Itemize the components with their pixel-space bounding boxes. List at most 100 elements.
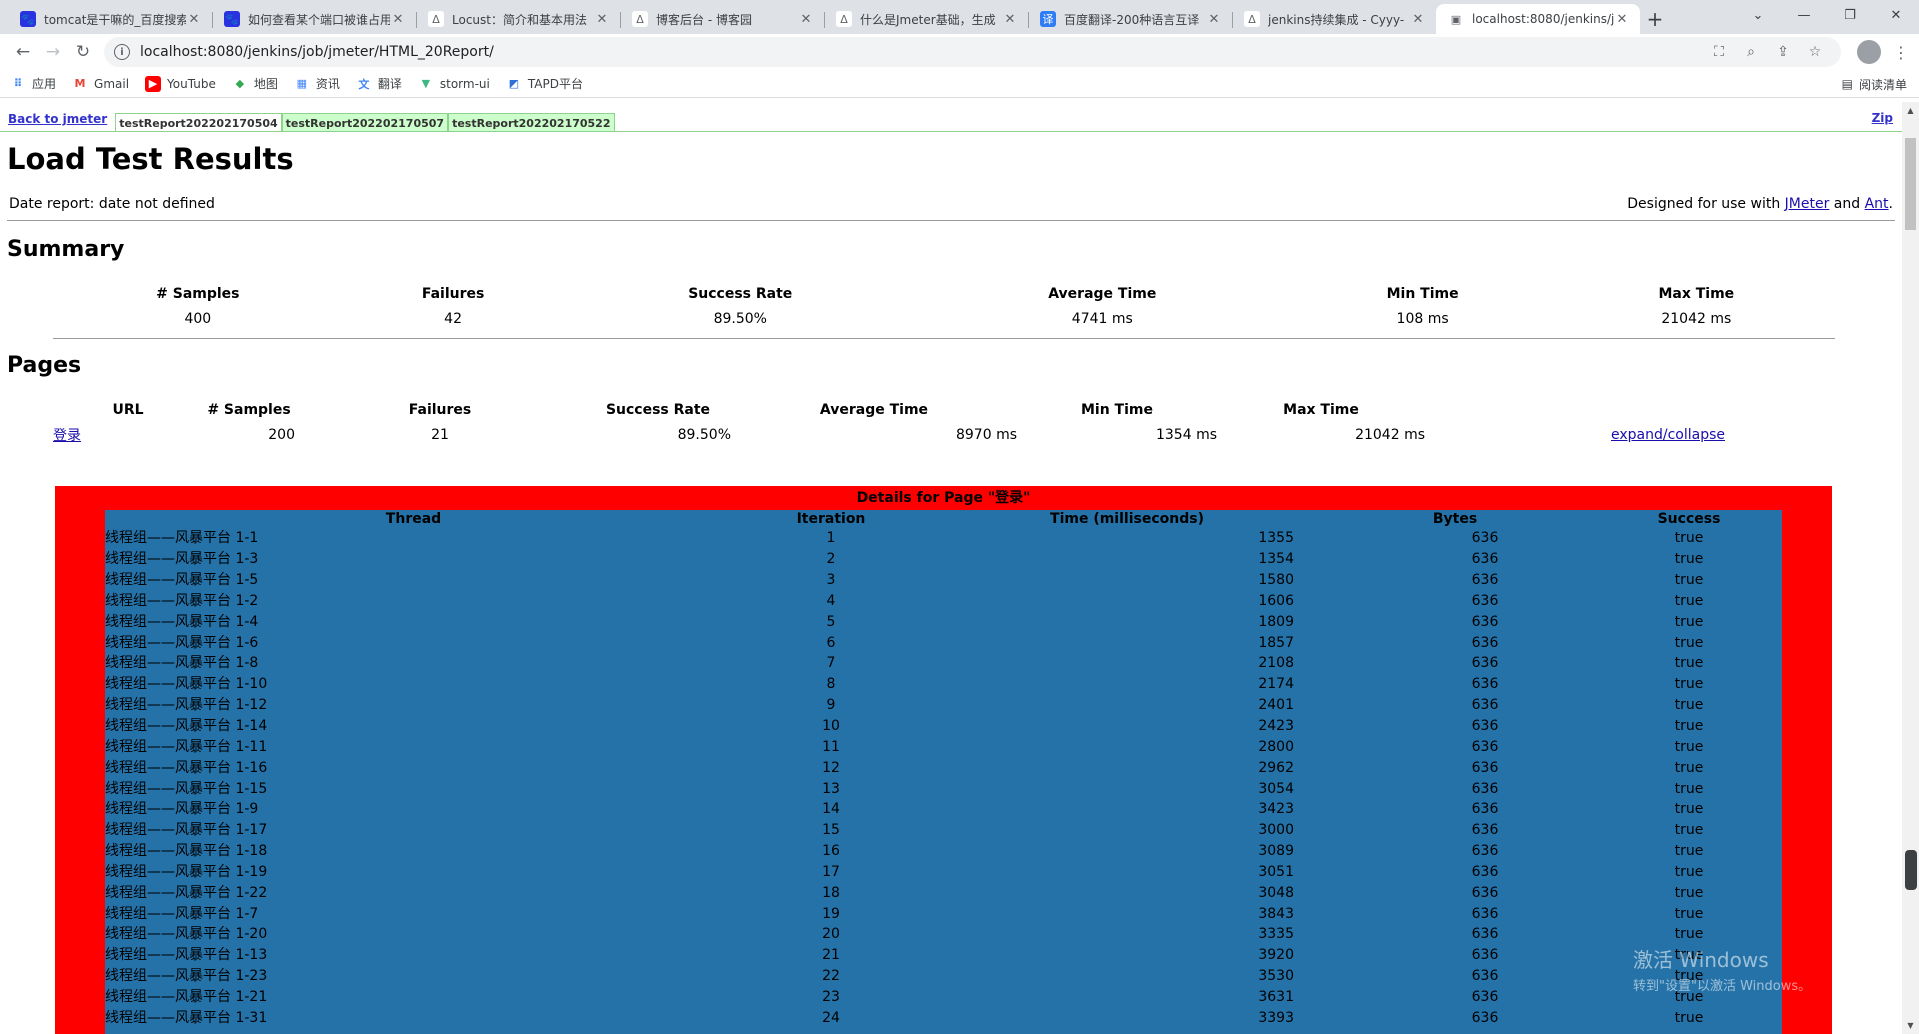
restore-button[interactable]: ❐: [1827, 0, 1873, 30]
details-cell: 636: [1471, 738, 1499, 755]
report-tab[interactable]: testReport202202170507: [281, 113, 449, 131]
tab-search-chevron-icon[interactable]: ⌄: [1735, 0, 1781, 30]
tab-close-icon[interactable]: ✕: [1002, 12, 1018, 27]
bookmark-label: Gmail: [94, 76, 130, 91]
details-cell: 636: [1471, 676, 1499, 693]
details-cell: 636: [1471, 947, 1499, 964]
page-title: Load Test Results: [7, 142, 294, 176]
report-tab[interactable]: testReport202202170504: [115, 113, 282, 131]
minimize-button[interactable]: —: [1781, 0, 1827, 30]
reload-button[interactable]: ↻: [68, 37, 98, 67]
details-cell: 3089: [1258, 843, 1294, 860]
browser-tab[interactable]: ▣ localhost:8080/jenkins/jo ✕: [1436, 4, 1640, 34]
bookmark-storm-ui[interactable]: ▼ storm-ui: [418, 76, 490, 92]
new-tab-button[interactable]: +: [1640, 4, 1670, 34]
bookmark-Gmail[interactable]: M Gmail: [72, 76, 130, 92]
floating-scroll-handle[interactable]: [1905, 850, 1917, 890]
details-cell: 3048: [1258, 884, 1294, 901]
gmail-icon: M: [74, 77, 86, 90]
details-cell: true: [1674, 718, 1704, 735]
summary-header-row: # Samples Failures Success Rate Average Tim…: [53, 280, 1835, 308]
pages-table: URL # Samples Failures Success Rate Average …: [53, 396, 1725, 446]
tab-close-icon[interactable]: ✕: [798, 12, 814, 27]
address-bar[interactable]: i localhost:8080/jenkins/job/jmeter/HTML…: [104, 37, 1841, 67]
reading-list-icon: ▤: [1841, 77, 1853, 91]
details-cell: 636: [1471, 592, 1499, 609]
details-cell: 线程组——风暴平台 1-20: [105, 926, 268, 943]
pages-header: Average Time: [819, 402, 929, 418]
summary-header: Max Time: [1658, 286, 1735, 302]
table-row: 线程组——风暴平台 1-11 11 2800 636 true: [105, 736, 1782, 757]
details-cell: 3393: [1258, 1009, 1294, 1026]
ant-link[interactable]: Ant: [1865, 196, 1889, 212]
bookmark-应用[interactable]: ⠿ 应用: [10, 75, 56, 92]
cnblogs-icon: ᐃ: [632, 11, 648, 27]
browser-tab[interactable]: 🐾 tomcat是干嘛的_百度搜索 ✕: [8, 4, 212, 34]
details-cell: true: [1674, 738, 1704, 755]
details-cell: 线程组——风暴平台 1-6: [105, 634, 259, 651]
table-row: 线程组——风暴平台 1-14 10 2423 636 true: [105, 716, 1782, 737]
page-viewport: Back to jmeter testReport202202170504 tes…: [0, 102, 1919, 1034]
details-cell: true: [1674, 572, 1704, 589]
report-tab[interactable]: testReport202202170522: [448, 113, 615, 131]
tab-close-icon[interactable]: ✕: [1410, 12, 1426, 27]
divider: [7, 220, 1895, 221]
forward-button[interactable]: →: [38, 37, 68, 67]
details-cell: true: [1674, 655, 1704, 672]
page-scrollbar[interactable]: ▲ ▼: [1902, 102, 1919, 1034]
share-icon[interactable]: ⇪: [1767, 44, 1799, 60]
browser-tab[interactable]: 🐾 如何查看某个端口被谁占用 ✕: [212, 4, 416, 34]
jmeter-link[interactable]: JMeter: [1785, 196, 1830, 212]
translate-page-icon[interactable]: ⛶: [1703, 44, 1735, 60]
summary-value: 400: [184, 311, 212, 327]
tab-close-icon[interactable]: ✕: [594, 12, 610, 27]
browser-tab[interactable]: ᐃ 博客后台 - 博客园 ✕: [620, 4, 824, 34]
tab-close-icon[interactable]: ✕: [1206, 12, 1222, 27]
bookmark-TAPD平台[interactable]: ◩ TAPD平台: [506, 75, 583, 92]
scroll-down-arrow-icon[interactable]: ▼: [1902, 1017, 1919, 1034]
summary-heading: Summary: [7, 237, 125, 262]
back-button[interactable]: ←: [8, 37, 38, 67]
bookmark-翻译[interactable]: 文翻译: [356, 75, 402, 92]
translate-icon: 文: [358, 77, 370, 91]
zip-link[interactable]: Zip: [1872, 111, 1893, 125]
table-row: 线程组——风暴平台 1-12 9 2401 636 true: [105, 695, 1782, 716]
bookmark-star-icon[interactable]: ☆: [1799, 44, 1831, 60]
page-url-link[interactable]: 登录: [53, 428, 81, 444]
browser-tab[interactable]: ᐃ jenkins持续集成 - Cyyy- ✕: [1232, 4, 1436, 34]
tab-close-icon[interactable]: ✕: [390, 12, 406, 27]
details-cell: 636: [1471, 905, 1499, 922]
table-row: 线程组——风暴平台 1-4 5 1809 636 true: [105, 611, 1782, 632]
browser-tab[interactable]: 译百度翻译-200种语言互译 ✕: [1028, 4, 1232, 34]
zoom-icon[interactable]: ⌕: [1735, 44, 1767, 60]
bookmark-地图[interactable]: ◆ 地图: [232, 75, 278, 92]
scrollbar-thumb[interactable]: [1905, 138, 1916, 230]
tab-close-icon[interactable]: ✕: [186, 12, 202, 27]
back-to-jmeter-link[interactable]: Back to jmeter: [8, 112, 107, 131]
bookmark-资讯[interactable]: ▦ 资讯: [294, 75, 340, 92]
details-cell: 线程组——风暴平台 1-16: [105, 759, 268, 776]
site-info-icon[interactable]: i: [114, 44, 130, 60]
scroll-up-arrow-icon[interactable]: ▲: [1902, 102, 1919, 119]
bookmark-YouTube[interactable]: ▶ YouTube: [145, 75, 216, 92]
tab-title: 百度翻译-200种语言互译: [1064, 12, 1200, 27]
details-cell: 线程组——风暴平台 1-12: [105, 697, 268, 714]
details-cell: 1809: [1258, 613, 1294, 630]
tab-title: jenkins持续集成 - Cyyy-: [1268, 12, 1405, 27]
page-samples-cell: 200: [268, 427, 295, 443]
browser-tab[interactable]: ᐃ Locust：简介和基本用法 ✕: [416, 4, 620, 34]
profile-avatar[interactable]: [1857, 40, 1881, 64]
close-window-button[interactable]: ✕: [1873, 0, 1919, 30]
tab-close-icon[interactable]: ✕: [1614, 12, 1630, 27]
url-text[interactable]: localhost:8080/jenkins/job/jmeter/HTML_2…: [140, 44, 1703, 60]
browser-tab[interactable]: ᐃ 什么是Jmeter基础，生成 ✕: [824, 4, 1028, 34]
details-cell: 6: [826, 634, 836, 651]
summary-header: Min Time: [1386, 286, 1459, 302]
expand-collapse-link[interactable]: expand/collapse: [1611, 427, 1725, 443]
cnblogs-icon: ᐃ: [1244, 11, 1260, 27]
baidu-icon: 🐾: [224, 11, 240, 27]
reading-list-button[interactable]: ▤ 阅读清单: [1842, 70, 1907, 98]
browser-menu-icon[interactable]: ⋮: [1891, 43, 1911, 62]
cnblogs-icon: ᐃ: [428, 11, 444, 27]
details-table: Thread Iteration Time (milliseconds) Bytes S…: [105, 510, 1782, 1028]
